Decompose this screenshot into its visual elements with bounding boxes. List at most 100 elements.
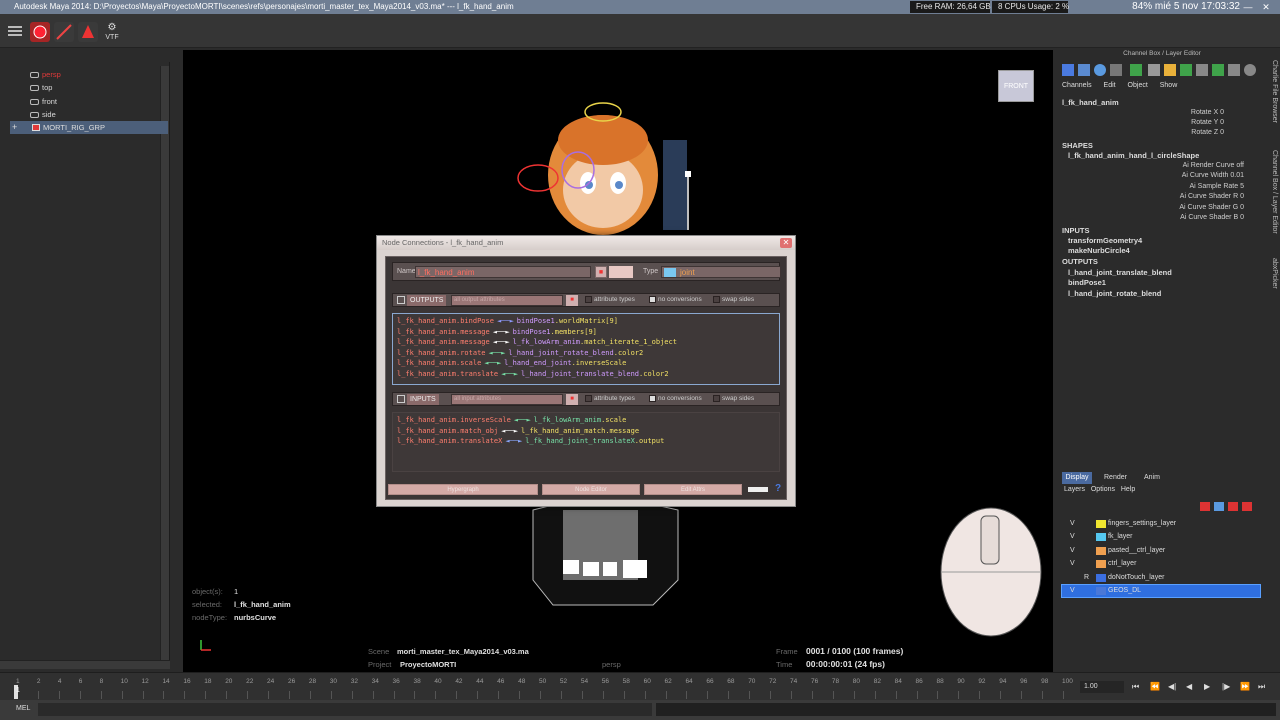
outliner-item-top[interactable]: top [30,81,52,94]
paint-tool-icon[interactable] [78,22,98,42]
playback-control-icon[interactable]: ⏭ [1258,682,1265,692]
channel-box-icon[interactable] [1062,64,1074,76]
inputs-toggle-icon[interactable] [397,395,405,403]
shape-attr-row[interactable]: Ai Sample Rate 5 [1118,183,1245,190]
outliner-item-side[interactable]: side [30,108,56,121]
select-node-icon[interactable]: ■ [595,266,607,278]
menu-help[interactable]: Help [1121,486,1135,493]
menu-object[interactable]: Object [1128,82,1148,89]
shuffle-icon[interactable] [1180,64,1192,76]
close-window-button[interactable]: ✕ [1256,0,1276,14]
inputs-attribute-types[interactable]: attribute types [585,395,635,402]
lock-icon[interactable] [1164,64,1176,76]
mel-input[interactable] [38,703,652,716]
move-up-icon[interactable] [1228,502,1238,511]
window-titlebar[interactable]: Node Connections - l_fk_hand_anim [377,236,795,250]
tab-display[interactable]: Display [1062,472,1092,484]
close-icon[interactable]: ✕ [780,238,792,248]
layer-visibility-toggle[interactable]: R [1084,572,1089,584]
view-cube[interactable]: FRONT [998,70,1034,102]
input-node[interactable]: makeNurbCircle4 [1068,246,1130,255]
connection-row[interactable]: l_fk_hand_anim.translateX ◄──► l_fk_hand_j… [397,436,775,447]
shape-attr-row[interactable]: Ai Curve Shader B 0 [1118,214,1244,221]
playback-control-icon[interactable]: ◀ [1186,682,1192,691]
side-tab-file-browser[interactable]: Charlie File Browser [1268,60,1278,123]
edit-attrs-button[interactable]: Edit Attrs [644,484,742,495]
hypergraph-button[interactable]: Hypergraph [388,484,538,495]
refresh-button[interactable] [609,266,633,278]
tab-render[interactable]: Render [1104,472,1127,484]
move-down-icon[interactable] [1242,502,1252,511]
wire-tool-icon[interactable] [54,22,74,42]
playback-control-icon[interactable]: ◀| [1168,682,1176,691]
output-node[interactable]: bindPose1 [1068,278,1106,287]
new-layer-selected-icon[interactable] [1214,502,1224,511]
outputs-no-conversions[interactable]: no conversions [649,296,702,303]
layer-row[interactable]: RdoNotTouch_layer [1062,572,1260,584]
menu-channels[interactable]: Channels [1062,82,1092,89]
outliner-scrollbar[interactable] [160,66,169,664]
shape-attr-row[interactable]: Ai Render Curve off [1118,162,1244,169]
inputs-swap-sides[interactable]: swap sides [713,395,754,402]
menu-icon[interactable] [8,24,22,38]
connection-row[interactable]: l_fk_hand_anim.translate ◄──► l_hand_joint… [397,369,775,380]
layer-color-swatch[interactable] [1096,587,1106,595]
expand-icon[interactable]: + [12,121,17,133]
name-field[interactable]: l_fk_hand_anim [415,266,591,278]
tool-settings-icon[interactable] [1094,64,1106,76]
layer-visibility-toggle[interactable]: V [1070,518,1075,530]
mel-label[interactable]: MEL [16,705,30,712]
layer-visibility-toggle[interactable]: V [1070,545,1075,557]
layer-color-swatch[interactable] [1096,520,1106,528]
playback-control-icon[interactable]: ⏪ [1150,682,1160,691]
outliner-item-front[interactable]: front [30,95,57,108]
rotate-y-row[interactable]: Rotate Y 0 [1138,119,1224,126]
outliner-item-persp[interactable]: persp [30,68,61,81]
rotate-z-row[interactable]: Rotate Z 0 [1138,129,1224,136]
layer-visibility-toggle[interactable]: V [1070,558,1075,570]
layer-color-swatch[interactable] [1096,533,1106,542]
menu-show[interactable]: Show [1160,82,1178,89]
time-slider[interactable]: 1 2 4 6 8 10 12 14 16 18 20 22 24 26 28 30 32 34 36 38 40 42 4… [0,672,1280,700]
inputs-filter-dropdown[interactable]: all input attributes [451,394,563,405]
layer-color-swatch[interactable] [1096,573,1106,582]
connection-row[interactable]: l_fk_hand_anim.match_obj ◄──► l_fk_hand_an… [397,426,775,437]
layer-visibility-toggle[interactable]: V [1070,531,1075,543]
key-icon[interactable] [1130,64,1142,76]
filter-icon[interactable] [1196,64,1208,76]
minimize-button[interactable]: — [1238,0,1258,14]
rig-tool-icon[interactable] [30,22,50,42]
layer-row[interactable]: V GEOS_DL [1061,584,1261,598]
connection-row[interactable]: l_fk_hand_anim.bindPose ◄──► bindPose1.wor… [397,316,775,327]
outputs-filter-dropdown[interactable]: all output attributes [451,295,563,306]
menu-options[interactable]: Options [1091,486,1115,493]
tab-anim[interactable]: Anim [1144,472,1160,484]
side-tab-channel-box[interactable]: Channel Box / Layer Editor [1268,150,1278,234]
settings-icon[interactable] [1228,64,1240,76]
shape-attr-row[interactable]: Ai Curve Shader R 0 [1118,193,1244,200]
options-icon[interactable] [748,487,768,492]
connection-row[interactable]: l_fk_hand_anim.message ◄──► bindPose1.memb… [397,327,775,338]
inputs-list[interactable]: l_fk_hand_anim.inverseScale ◄──► l_fk_lowA… [392,412,780,472]
inputs-no-conversions[interactable]: no conversions [649,395,702,402]
outputs-list[interactable]: l_fk_hand_anim.bindPose ◄──► bindPose1.wor… [392,313,780,385]
playback-control-icon[interactable]: |▶ [1222,682,1230,691]
refresh-icon[interactable] [1244,64,1256,76]
side-tab-picker[interactable]: abxPicker [1268,258,1278,289]
shape-attr-row[interactable]: Ai Curve Width 0.01 [1118,172,1244,179]
playback-control-icon[interactable]: ⏮ [1132,682,1139,692]
connection-row[interactable]: l_fk_hand_anim.inverseScale ◄──► l_fk_lowA… [397,415,775,426]
menu-edit[interactable]: Edit [1104,82,1116,89]
playback-control-icon[interactable]: ▶ [1204,682,1210,691]
output-node[interactable]: l_hand_joint_rotate_blend [1068,289,1161,298]
inputs-clear-icon[interactable]: ■ [566,394,578,405]
outliner-hscrollbar[interactable] [0,660,170,669]
outputs-clear-icon[interactable]: ■ [566,295,578,306]
outputs-toggle-icon[interactable] [397,296,405,304]
outliner-item-morti-rig-grp[interactable]: + MORTI_RIG_GRP [10,121,168,134]
connection-row[interactable]: l_fk_hand_anim.message ◄──► l_fk_lowArm_an… [397,337,775,348]
vtf-tool-button[interactable]: ⚙ VTF [102,22,122,44]
anchor-icon[interactable] [1212,64,1224,76]
help-icon[interactable]: ? [772,483,784,495]
current-frame-field[interactable]: 1.00 [1080,681,1124,693]
